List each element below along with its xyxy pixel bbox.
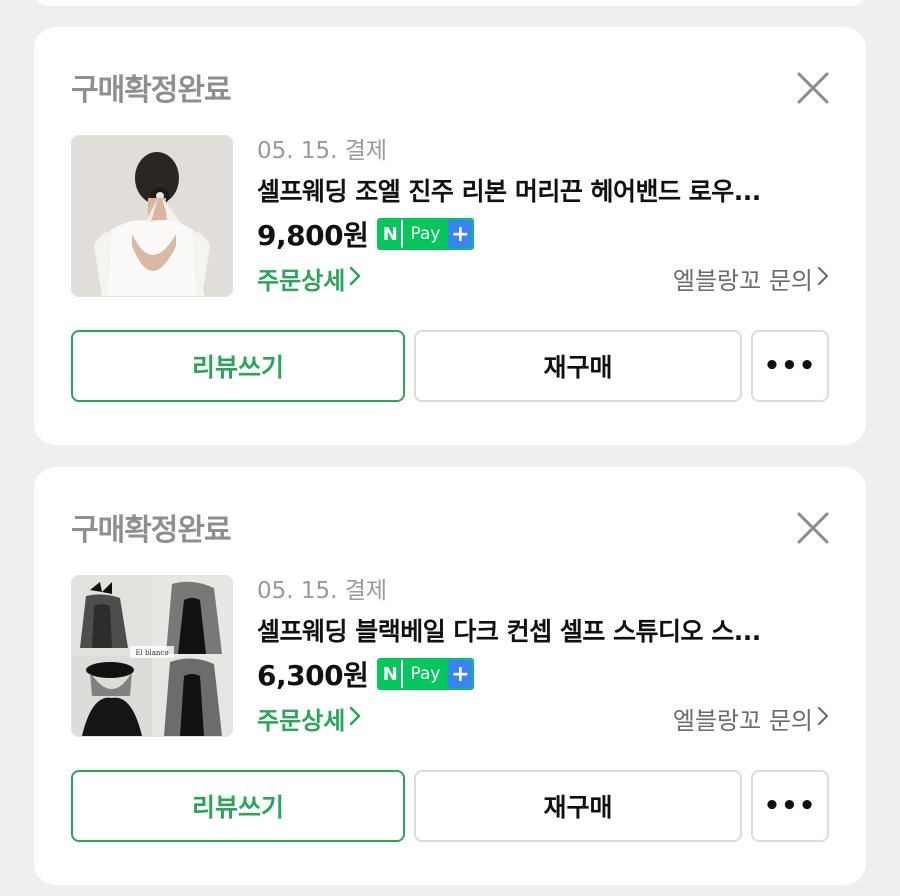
chevron-right-icon bbox=[349, 265, 361, 293]
write-review-button[interactable]: 리뷰쓰기 bbox=[71, 770, 405, 842]
order-detail-label: 주문상세 bbox=[257, 707, 346, 735]
seller-inquiry-label: 엘블랑꼬 문의 bbox=[672, 707, 813, 735]
npay-plus-badge: N Pay + bbox=[377, 218, 475, 250]
product-title[interactable]: 셀프웨딩 조엘 진주 리본 머리끈 헤어밴드 로우... bbox=[257, 172, 837, 208]
payment-date: 05. 15. 결제 bbox=[257, 138, 388, 164]
product-title[interactable]: 셀프웨딩 블랙베일 다크 컨셉 셀프 스튜디오 스... bbox=[257, 612, 837, 648]
rebuy-button[interactable]: 재구매 bbox=[414, 330, 742, 402]
order-detail-label: 주문상세 bbox=[257, 267, 346, 295]
order-detail-link[interactable]: 주문상세 bbox=[257, 701, 361, 736]
order-card: 구매확정완료 bbox=[34, 27, 866, 445]
seller-inquiry-link[interactable]: 엘블랑꼬 문의 bbox=[673, 701, 829, 736]
npay-n-logo: N bbox=[379, 660, 402, 688]
close-icon[interactable] bbox=[796, 511, 830, 545]
close-icon[interactable] bbox=[796, 71, 830, 105]
product-thumbnail[interactable]: El blanco bbox=[71, 575, 233, 737]
order-list-page: 구매확정완료 05. 15. 결제 셀프웨딩 조엘 진주 리본 머리끈 헤어밴드… bbox=[0, 0, 900, 896]
product-thumbnail[interactable] bbox=[71, 135, 233, 297]
rebuy-button[interactable]: 재구매 bbox=[414, 770, 742, 842]
npay-plus-badge: N Pay + bbox=[377, 658, 475, 690]
more-options-button[interactable]: ••• bbox=[751, 330, 829, 402]
chevron-right-icon bbox=[349, 705, 361, 733]
npay-n-logo: N bbox=[379, 220, 402, 248]
thumbnail-watermark: El blanco bbox=[135, 649, 168, 657]
chevron-right-icon bbox=[817, 265, 829, 293]
npay-plus-icon: + bbox=[448, 220, 473, 248]
price-row: 9,800원 N Pay + bbox=[257, 215, 475, 253]
order-card: 구매확정완료 bbox=[34, 467, 866, 885]
npay-pay-label: Pay bbox=[401, 220, 449, 248]
order-status: 구매확정완료 bbox=[71, 73, 232, 108]
write-review-button[interactable]: 리뷰쓰기 bbox=[71, 330, 405, 402]
npay-pay-label: Pay bbox=[401, 660, 449, 688]
chevron-right-icon bbox=[817, 705, 829, 733]
order-detail-link[interactable]: 주문상세 bbox=[257, 261, 361, 296]
seller-inquiry-link[interactable]: 엘블랑꼬 문의 bbox=[673, 261, 829, 296]
seller-inquiry-label: 엘블랑꼬 문의 bbox=[672, 267, 813, 295]
product-price: 6,300원 bbox=[257, 659, 369, 692]
npay-plus-icon: + bbox=[448, 660, 473, 688]
previous-order-card-edge bbox=[34, 0, 866, 6]
product-price: 9,800원 bbox=[257, 219, 369, 252]
order-status: 구매확정완료 bbox=[71, 513, 232, 548]
payment-date: 05. 15. 결제 bbox=[257, 578, 388, 604]
price-row: 6,300원 N Pay + bbox=[257, 655, 475, 693]
more-options-button[interactable]: ••• bbox=[751, 770, 829, 842]
